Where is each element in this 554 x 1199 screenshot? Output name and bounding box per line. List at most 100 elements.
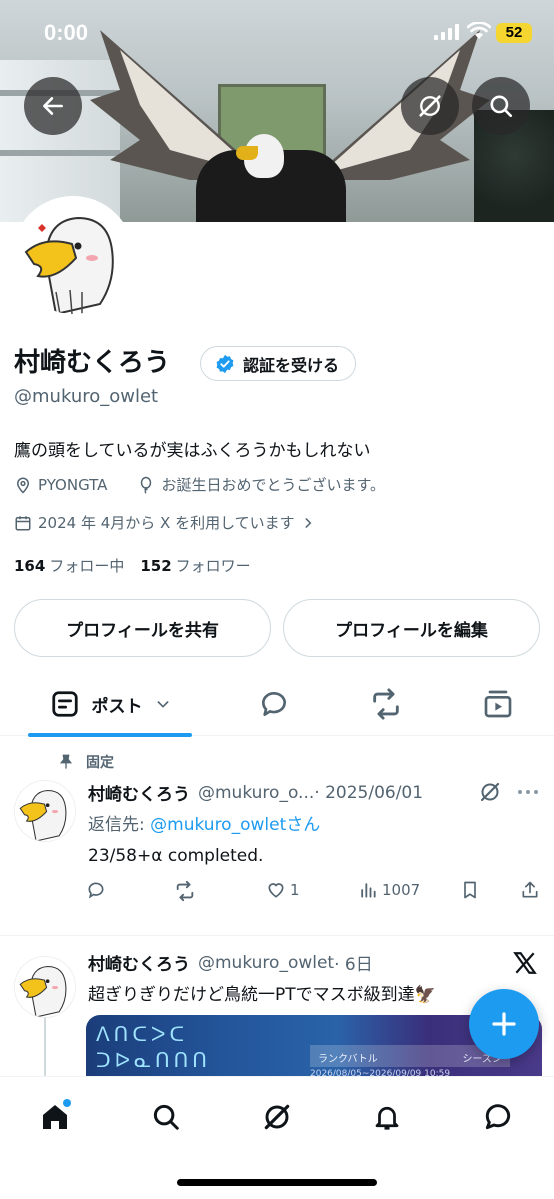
following-link[interactable]: 164 フォロー中 [14,555,124,576]
edit-profile-button[interactable]: プロフィールを編集 [283,599,540,657]
profile-tabs: ポスト [0,672,554,737]
get-verified-button[interactable]: 認証を受ける [200,346,357,381]
profile-name-row: 村崎むくろう [14,342,170,379]
nav-grok[interactable] [255,1095,299,1139]
x-logo-icon[interactable] [512,950,538,976]
more-icon[interactable] [516,784,540,800]
share-button[interactable] [520,880,540,900]
repost-icon [373,688,399,720]
compose-post-button[interactable] [469,989,539,1059]
nav-home[interactable] [33,1095,77,1139]
tab-replies[interactable] [244,672,304,736]
eagle-avatar-image [16,200,130,314]
profile-location: PYONGTA [38,475,108,494]
like-icon [268,883,284,898]
home-indicator [177,1179,377,1186]
media-icon [484,690,512,718]
post-item[interactable]: 村崎むくろう @mukuro_owlet · 6日 超ぎりぎりだけど鳥統一PTで… [0,938,554,1078]
post-item[interactable]: 固定 村崎むくろう @mukuro_o... · 2025/06/01 返信先:… [0,740,554,936]
pinned-indicator: 固定 [58,752,114,772]
nav-search[interactable] [144,1095,188,1139]
search-button[interactable] [472,77,530,135]
post-author-name[interactable]: 村崎むくろう [88,780,190,805]
share-icon [522,881,538,898]
post-text: 超ぎりぎりだけど鳥統一PTでマスボ級到達🦅 [88,985,436,1005]
grok-icon[interactable] [478,780,502,804]
post-author-handle[interactable]: @mukuro_o... [198,783,314,803]
profile-joined-row[interactable]: 2024 年 4月から X を利用しています [14,512,315,533]
views-button[interactable]: 1007 [358,880,420,900]
grok-icon [419,95,441,117]
posts-tab-icon [51,691,78,717]
search-icon [490,95,513,118]
post-author-handle[interactable]: @mukuro_owlet [198,953,334,973]
banner-figure-beak [236,146,258,160]
post-header: 村崎むくろう @mukuro_owlet · 6日 [88,950,373,976]
active-tab-indicator [28,733,192,737]
views-icon [361,883,376,898]
profile-meta-row: PYONGTA お誕生日おめでとうございます。 [14,474,385,495]
status-time: 0:00 [44,20,89,45]
tab-posts[interactable]: ポスト [28,672,192,737]
post-avatar[interactable] [14,956,76,1018]
profile-joined: 2024 年 4月から X を利用しています [38,514,295,532]
post-text: 23/58+α completed. [88,846,264,866]
reply-target-link[interactable]: @mukuro_owletさん [150,815,320,835]
location-icon [16,477,30,494]
back-button[interactable] [24,77,82,135]
notification-dot [63,1099,71,1107]
repost-button[interactable] [174,880,196,902]
cellular-signal-icon [434,24,459,40]
bookmark-button[interactable] [460,880,480,900]
notifications-icon [375,1106,399,1130]
post-date[interactable]: · 6日 [334,950,373,975]
reply-button[interactable] [86,880,106,900]
post-header: 村崎むくろう @mukuro_o... · 2025/06/01 [88,780,423,806]
reply-icon [88,882,104,899]
tab-posts-label: ポスト [91,696,143,717]
post-date[interactable]: · 2025/06/01 [314,783,423,803]
like-button[interactable]: 1 [266,880,300,900]
share-profile-button[interactable]: プロフィールを共有 [14,599,271,657]
bookmark-icon [464,881,476,899]
tab-reposts[interactable] [356,672,416,736]
calendar-icon [15,515,31,530]
plus-icon [492,1012,516,1036]
verified-badge-icon [216,354,234,373]
back-arrow-icon [43,97,63,115]
post-actions: 1 1007 [86,880,542,904]
like-count: 1 [290,881,300,899]
profile-birthday: お誕生日おめでとうございます。 [161,476,385,494]
post-author-name[interactable]: 村崎むくろう [88,950,190,975]
eagle-avatar-image [15,957,75,1017]
pinned-label: 固定 [86,755,114,771]
tab-media[interactable] [468,672,528,736]
search-icon [153,1104,179,1130]
reply-context: 返信先: @mukuro_owletさん [88,815,321,835]
nav-messages[interactable] [476,1095,520,1139]
profile-bio: 鷹の頭をしているが実はふくろうかもしれない [14,441,371,461]
bottom-navigation [0,1076,554,1199]
view-count: 1007 [382,881,421,899]
display-name: 村崎むくろう [14,348,171,378]
repost-icon [176,880,194,902]
follow-counts: 164 フォロー中 152 フォロワー [14,555,251,576]
balloon-icon [141,476,152,494]
eagle-avatar-image [15,781,75,841]
followers-link[interactable]: 152 フォロワー [140,555,250,576]
grok-icon [264,1104,290,1130]
pin-icon [59,754,73,769]
battery-indicator: 52 [496,23,532,43]
grok-button[interactable] [401,77,459,135]
profile-handle: @mukuro_owlet [14,386,159,407]
get-verified-label: 認証を受ける [243,355,340,375]
chevron-down-icon [157,701,168,708]
wifi-icon [467,22,491,39]
messages-icon [485,1104,511,1130]
thread-line [44,1018,46,1078]
profile-avatar[interactable] [12,196,134,318]
nav-notifications[interactable] [365,1095,409,1139]
status-bar: 0:00 52 [0,0,554,64]
chevron-right-icon [305,517,312,528]
post-avatar[interactable] [14,780,76,842]
